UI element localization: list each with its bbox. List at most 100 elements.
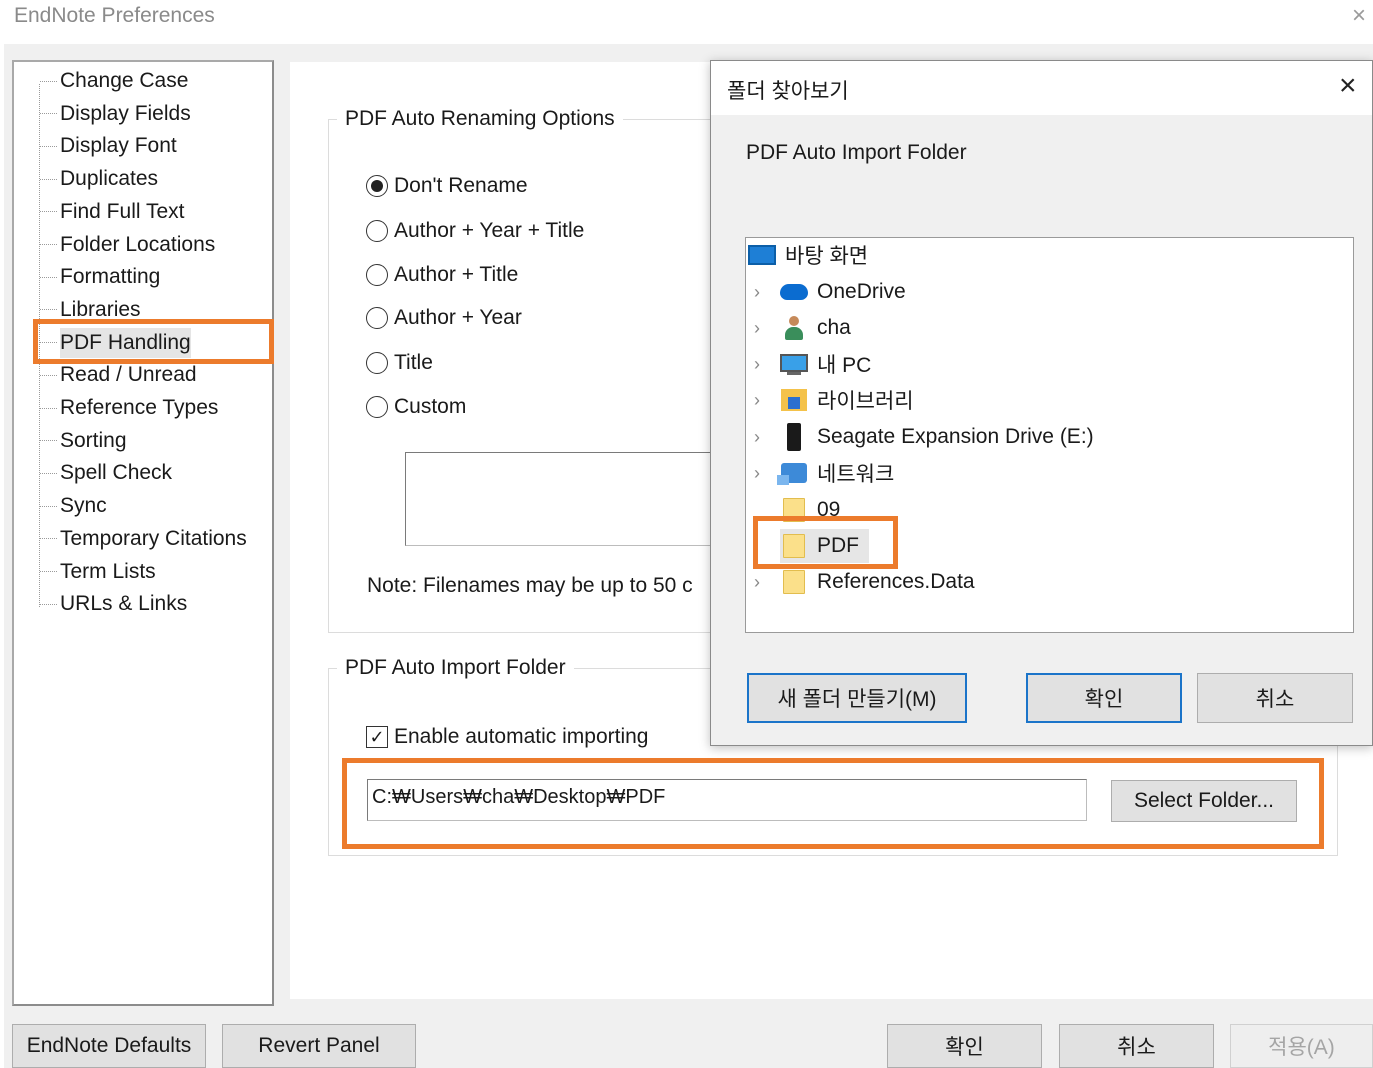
tree-connector: [40, 211, 57, 213]
rename-option-1[interactable]: Author + Year + Title: [366, 216, 584, 246]
highlight-pdf-folder: [753, 516, 898, 569]
enable-import-label: Enable automatic importing: [394, 725, 649, 748]
sidebar-item-display-font[interactable]: Display Font: [40, 131, 177, 161]
onedrive-icon: [780, 279, 808, 305]
window-title: EndNote Preferences: [14, 4, 215, 27]
folder-tree-label: 라이브러리: [817, 390, 914, 413]
new-folder-button[interactable]: 새 폴더 만들기(M): [747, 673, 967, 723]
folder-tree-item[interactable]: 라이브러리: [780, 383, 914, 417]
dialog-ok-button[interactable]: 확인: [1026, 673, 1182, 723]
folder-tree-label: Seagate Expansion Drive (E:): [817, 425, 1094, 448]
revert-panel-button[interactable]: Revert Panel: [222, 1024, 416, 1068]
radio-button[interactable]: [366, 307, 388, 329]
sidebar-item-temporary-citations[interactable]: Temporary Citations: [40, 524, 247, 554]
expand-chevron-icon[interactable]: ›: [754, 420, 768, 454]
sidebar-item-label: Read / Unread: [60, 363, 197, 387]
cancel-button[interactable]: 취소: [1059, 1024, 1214, 1068]
radio-button[interactable]: [366, 220, 388, 242]
sidebar-item-display-fields[interactable]: Display Fields: [40, 99, 191, 129]
folder-tree-label: References.Data: [817, 570, 975, 593]
folder-tree-label: 내 PC: [817, 354, 872, 377]
tree-connector: [40, 178, 57, 180]
sidebar-item-sync[interactable]: Sync: [40, 491, 107, 521]
filename-note: Note: Filenames may be up to 50 c: [367, 574, 693, 597]
sidebar-item-change-case[interactable]: Change Case: [40, 66, 188, 96]
apply-button[interactable]: 적용(A): [1230, 1024, 1373, 1068]
dialog-cancel-button[interactable]: 취소: [1197, 673, 1353, 723]
tree-connector: [40, 145, 57, 147]
sidebar-item-find-full-text[interactable]: Find Full Text: [40, 197, 185, 227]
import-group-title: PDF Auto Import Folder: [337, 655, 574, 681]
radio-button[interactable]: [366, 175, 388, 197]
rename-option-label: Don't Rename: [394, 174, 528, 197]
rename-option-2[interactable]: Author + Title: [366, 260, 518, 290]
sidebar-item-urls-links[interactable]: URLs & Links: [40, 589, 187, 619]
expand-chevron-icon[interactable]: ›: [754, 275, 768, 309]
expand-chevron-icon[interactable]: ›: [754, 383, 768, 417]
drive-icon: [780, 423, 808, 451]
folder-tree-item[interactable]: 네트워크: [777, 456, 895, 490]
rename-option-0[interactable]: Don't Rename: [366, 171, 528, 201]
expand-chevron-icon[interactable]: ›: [754, 456, 768, 490]
folder-tree-item[interactable]: 바탕 화면: [748, 238, 868, 272]
renaming-group-title: PDF Auto Renaming Options: [337, 106, 623, 132]
enable-import-checkbox[interactable]: ✓: [366, 726, 388, 748]
sidebar-item-formatting[interactable]: Formatting: [40, 262, 160, 292]
folder-tree-item[interactable]: 내 PC: [780, 347, 871, 381]
sidebar-item-label: Display Fields: [60, 101, 191, 125]
sidebar-item-term-lists[interactable]: Term Lists: [40, 557, 156, 587]
sidebar-item-reference-types[interactable]: Reference Types: [40, 393, 218, 423]
tree-connector: [40, 603, 57, 605]
sidebar-item-label: Duplicates: [60, 167, 159, 191]
window-close-icon[interactable]: ×: [1352, 2, 1366, 30]
sidebar-item-label: Folder Locations: [60, 232, 216, 256]
tree-connector: [40, 80, 57, 82]
tree-connector: [40, 276, 57, 278]
tree-connector: [40, 571, 57, 572]
sidebar-item-label: Spell Check: [60, 461, 173, 485]
tree-connector: [40, 407, 57, 409]
endnote-defaults-button[interactable]: EndNote Defaults: [12, 1024, 206, 1068]
expand-chevron-icon[interactable]: ›: [754, 347, 768, 381]
ok-button[interactable]: 확인: [887, 1024, 1042, 1068]
tree-connector: [40, 244, 57, 245]
tree-connector: [40, 472, 57, 474]
expand-chevron-icon[interactable]: ›: [754, 565, 768, 599]
folder-tree[interactable]: 바탕 화면 › OneDrive › cha › 내 PC › 라이브러리 › Seagate Ex…: [745, 237, 1354, 633]
expand-chevron-icon[interactable]: ›: [754, 311, 768, 345]
sidebar-item-spell-check[interactable]: Spell Check: [40, 458, 172, 488]
sidebar-item-folder-locations[interactable]: Folder Locations: [40, 230, 215, 260]
highlight-pdf-handling: [33, 319, 274, 364]
network-icon: [777, 460, 808, 486]
sidebar-item-sorting[interactable]: Sorting: [40, 426, 127, 456]
sidebar-item-read-unread[interactable]: Read / Unread: [40, 360, 197, 390]
rename-option-3[interactable]: Author + Year: [366, 303, 522, 333]
rename-option-4[interactable]: Title: [366, 348, 433, 378]
folder-tree-item[interactable]: References.Data: [780, 565, 975, 599]
folder-tree-label: OneDrive: [817, 280, 906, 303]
tree-connector: [40, 440, 57, 442]
sidebar-item-label: Sync: [60, 494, 107, 518]
radio-button[interactable]: [366, 352, 388, 374]
enable-import-checkbox-row[interactable]: ✓ Enable automatic importing: [366, 722, 648, 752]
sidebar-item-duplicates[interactable]: Duplicates: [40, 164, 158, 194]
tree-connector: [40, 374, 57, 376]
rename-option-5[interactable]: Custom: [366, 392, 466, 422]
folder-tree-label: 네트워크: [817, 463, 895, 486]
folder-tree-item[interactable]: OneDrive: [780, 275, 906, 309]
folder-tree-item[interactable]: Seagate Expansion Drive (E:): [780, 420, 1094, 454]
custom-rename-field[interactable]: [405, 452, 725, 546]
radio-button[interactable]: [366, 396, 388, 418]
folder-tree-label: cha: [817, 316, 851, 339]
radio-button[interactable]: [366, 264, 388, 286]
dialog-close-icon[interactable]: ×: [1339, 69, 1357, 103]
rename-option-label: Author + Year: [394, 306, 522, 329]
tree-connector: [40, 113, 57, 115]
highlight-import-folder: [342, 758, 1324, 849]
rename-option-label: Author + Year + Title: [394, 219, 585, 242]
tree-connector: [40, 505, 57, 507]
sidebar-item-label: Temporary Citations: [60, 526, 247, 550]
folder-tree-item[interactable]: cha: [780, 311, 851, 345]
tree-connector: [40, 309, 57, 311]
dialog-title: 폴더 찾아보기: [727, 80, 849, 103]
